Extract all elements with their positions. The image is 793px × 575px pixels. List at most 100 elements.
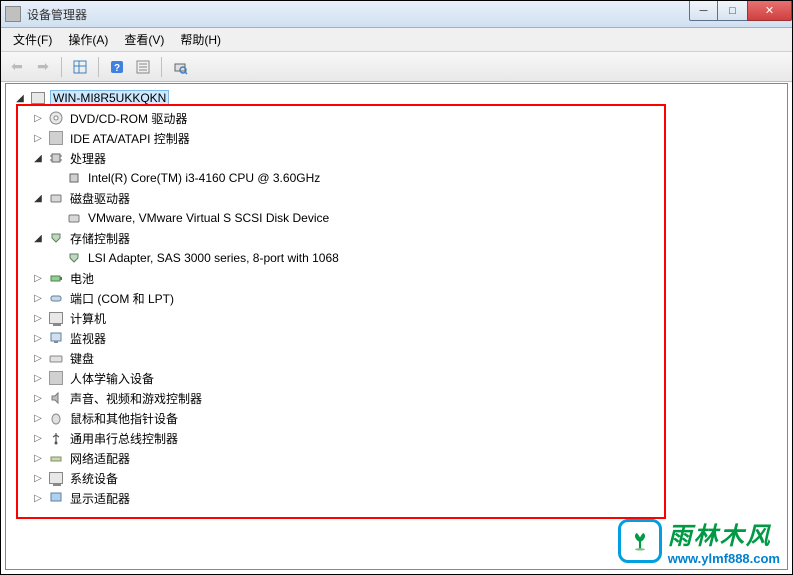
expander-icon[interactable]: ◢ xyxy=(32,192,44,204)
close-button[interactable]: ✕ xyxy=(747,1,792,21)
expander-spacer xyxy=(50,212,62,224)
node-label: 端口 (COM 和 LPT) xyxy=(68,290,176,307)
expander-icon[interactable]: ▷ xyxy=(32,292,44,304)
expander-icon[interactable]: ◢ xyxy=(32,232,44,244)
expander-icon[interactable]: ▷ xyxy=(32,372,44,384)
storage-icon xyxy=(66,250,82,266)
svg-text:?: ? xyxy=(114,63,120,74)
expander-icon[interactable]: ◢ xyxy=(14,92,26,104)
expander-spacer xyxy=(50,252,62,264)
watermark-url: www.ylmf888.com xyxy=(668,551,780,566)
tree-node-processor[interactable]: ◢ 处理器 xyxy=(14,148,779,168)
titlebar: 设备管理器 ─ □ ✕ xyxy=(1,1,792,28)
tree-node-display[interactable]: ▷ 显示适配器 xyxy=(14,488,779,508)
tree-node-ports[interactable]: ▷ 端口 (COM 和 LPT) xyxy=(14,288,779,308)
display-icon xyxy=(48,490,64,506)
node-label: 键盘 xyxy=(68,350,96,367)
node-label: 系统设备 xyxy=(68,470,120,487)
tree-node-monitor[interactable]: ▷ 监视器 xyxy=(14,328,779,348)
node-label: 存储控制器 xyxy=(68,230,132,247)
node-label: IDE ATA/ATAPI 控制器 xyxy=(68,130,192,147)
mouse-icon xyxy=(48,410,64,426)
sound-icon xyxy=(48,390,64,406)
tree-node-dvd[interactable]: ▷ DVD/CD-ROM 驱动器 xyxy=(14,108,779,128)
expander-icon[interactable]: ▷ xyxy=(32,352,44,364)
tree-node-processor-child[interactable]: Intel(R) Core(TM) i3-4160 CPU @ 3.60GHz xyxy=(14,168,779,188)
system-icon xyxy=(48,470,64,486)
node-label: 人体学输入设备 xyxy=(68,370,156,387)
expander-icon[interactable]: ▷ xyxy=(32,112,44,124)
monitor-icon xyxy=(48,330,64,346)
toolbar-separator xyxy=(61,57,62,77)
expander-icon[interactable]: ▷ xyxy=(32,452,44,464)
menu-help[interactable]: 帮助(H) xyxy=(172,28,229,51)
expander-icon[interactable]: ▷ xyxy=(32,312,44,324)
toolbar-separator xyxy=(161,57,162,77)
cpu-icon xyxy=(48,150,64,166)
tree-root-node[interactable]: ◢ WIN-MI8R5UKKQKN xyxy=(14,88,779,108)
tree-node-storage[interactable]: ◢ 存储控制器 xyxy=(14,228,779,248)
usb-icon xyxy=(48,430,64,446)
menubar: 文件(F) 操作(A) 查看(V) 帮助(H) xyxy=(1,28,792,52)
disk-icon xyxy=(48,190,64,206)
node-label: 通用串行总线控制器 xyxy=(68,430,180,447)
show-hide-tree-button[interactable] xyxy=(68,55,92,79)
expander-icon[interactable]: ▷ xyxy=(32,432,44,444)
watermark-brand: 雨林木风 xyxy=(668,516,780,551)
tree-node-ide[interactable]: ▷ IDE ATA/ATAPI 控制器 xyxy=(14,128,779,148)
expander-icon[interactable]: ▷ xyxy=(32,412,44,424)
tree-node-mouse[interactable]: ▷ 鼠标和其他指针设备 xyxy=(14,408,779,428)
battery-icon xyxy=(48,270,64,286)
tree-node-disk[interactable]: ◢ 磁盘驱动器 xyxy=(14,188,779,208)
network-icon xyxy=(48,450,64,466)
tree-node-system[interactable]: ▷ 系统设备 xyxy=(14,468,779,488)
expander-icon[interactable]: ▷ xyxy=(32,132,44,144)
node-label: 磁盘驱动器 xyxy=(68,190,132,207)
tree-node-network[interactable]: ▷ 网络适配器 xyxy=(14,448,779,468)
menu-action[interactable]: 操作(A) xyxy=(60,28,116,51)
storage-icon xyxy=(48,230,64,246)
node-label: 电池 xyxy=(68,270,96,287)
keyboard-icon xyxy=(48,350,64,366)
maximize-button[interactable]: □ xyxy=(718,1,747,21)
expander-icon[interactable]: ▷ xyxy=(32,332,44,344)
expander-icon[interactable]: ▷ xyxy=(32,472,44,484)
cpu-icon xyxy=(66,170,82,186)
tree-node-usb[interactable]: ▷ 通用串行总线控制器 xyxy=(14,428,779,448)
node-label: 处理器 xyxy=(68,150,108,167)
watermark-logo-icon xyxy=(618,519,662,563)
expander-icon[interactable]: ▷ xyxy=(32,492,44,504)
menu-view[interactable]: 查看(V) xyxy=(116,28,172,51)
node-label: Intel(R) Core(TM) i3-4160 CPU @ 3.60GHz xyxy=(86,171,322,185)
back-button[interactable]: ⬅ xyxy=(5,55,29,79)
window-controls: ─ □ ✕ xyxy=(689,1,792,21)
minimize-button[interactable]: ─ xyxy=(689,1,718,21)
tree-node-keyboard[interactable]: ▷ 键盘 xyxy=(14,348,779,368)
disk-icon xyxy=(66,210,82,226)
node-label: 监视器 xyxy=(68,330,108,347)
properties-button[interactable] xyxy=(131,55,155,79)
node-label: 声音、视频和游戏控制器 xyxy=(68,390,204,407)
expander-icon[interactable]: ▷ xyxy=(32,392,44,404)
scan-hardware-button[interactable] xyxy=(168,55,192,79)
help-button[interactable]: ? xyxy=(105,55,129,79)
computer-icon xyxy=(48,310,64,326)
ports-icon xyxy=(48,290,64,306)
tree-node-sound[interactable]: ▷ 声音、视频和游戏控制器 xyxy=(14,388,779,408)
tree-node-disk-child[interactable]: VMware, VMware Virtual S SCSI Disk Devic… xyxy=(14,208,779,228)
tree-node-storage-child[interactable]: LSI Adapter, SAS 3000 series, 8-port wit… xyxy=(14,248,779,268)
expander-icon[interactable]: ◢ xyxy=(32,152,44,164)
tree-node-battery[interactable]: ▷ 电池 xyxy=(14,268,779,288)
toolbar-separator xyxy=(98,57,99,77)
node-label: WIN-MI8R5UKKQKN xyxy=(50,90,169,106)
tree-node-hid[interactable]: ▷ 人体学输入设备 xyxy=(14,368,779,388)
content-area: ◢ WIN-MI8R5UKKQKN ▷ DVD/CD-ROM 驱动器 ▷ IDE… xyxy=(5,83,788,570)
app-icon xyxy=(5,6,21,22)
forward-button[interactable]: ➡ xyxy=(31,55,55,79)
expander-icon[interactable]: ▷ xyxy=(32,272,44,284)
ide-icon xyxy=(48,130,64,146)
tree-node-computer[interactable]: ▷ 计算机 xyxy=(14,308,779,328)
menu-file[interactable]: 文件(F) xyxy=(5,28,60,51)
node-label: 显示适配器 xyxy=(68,490,132,507)
window-title: 设备管理器 xyxy=(27,6,87,23)
